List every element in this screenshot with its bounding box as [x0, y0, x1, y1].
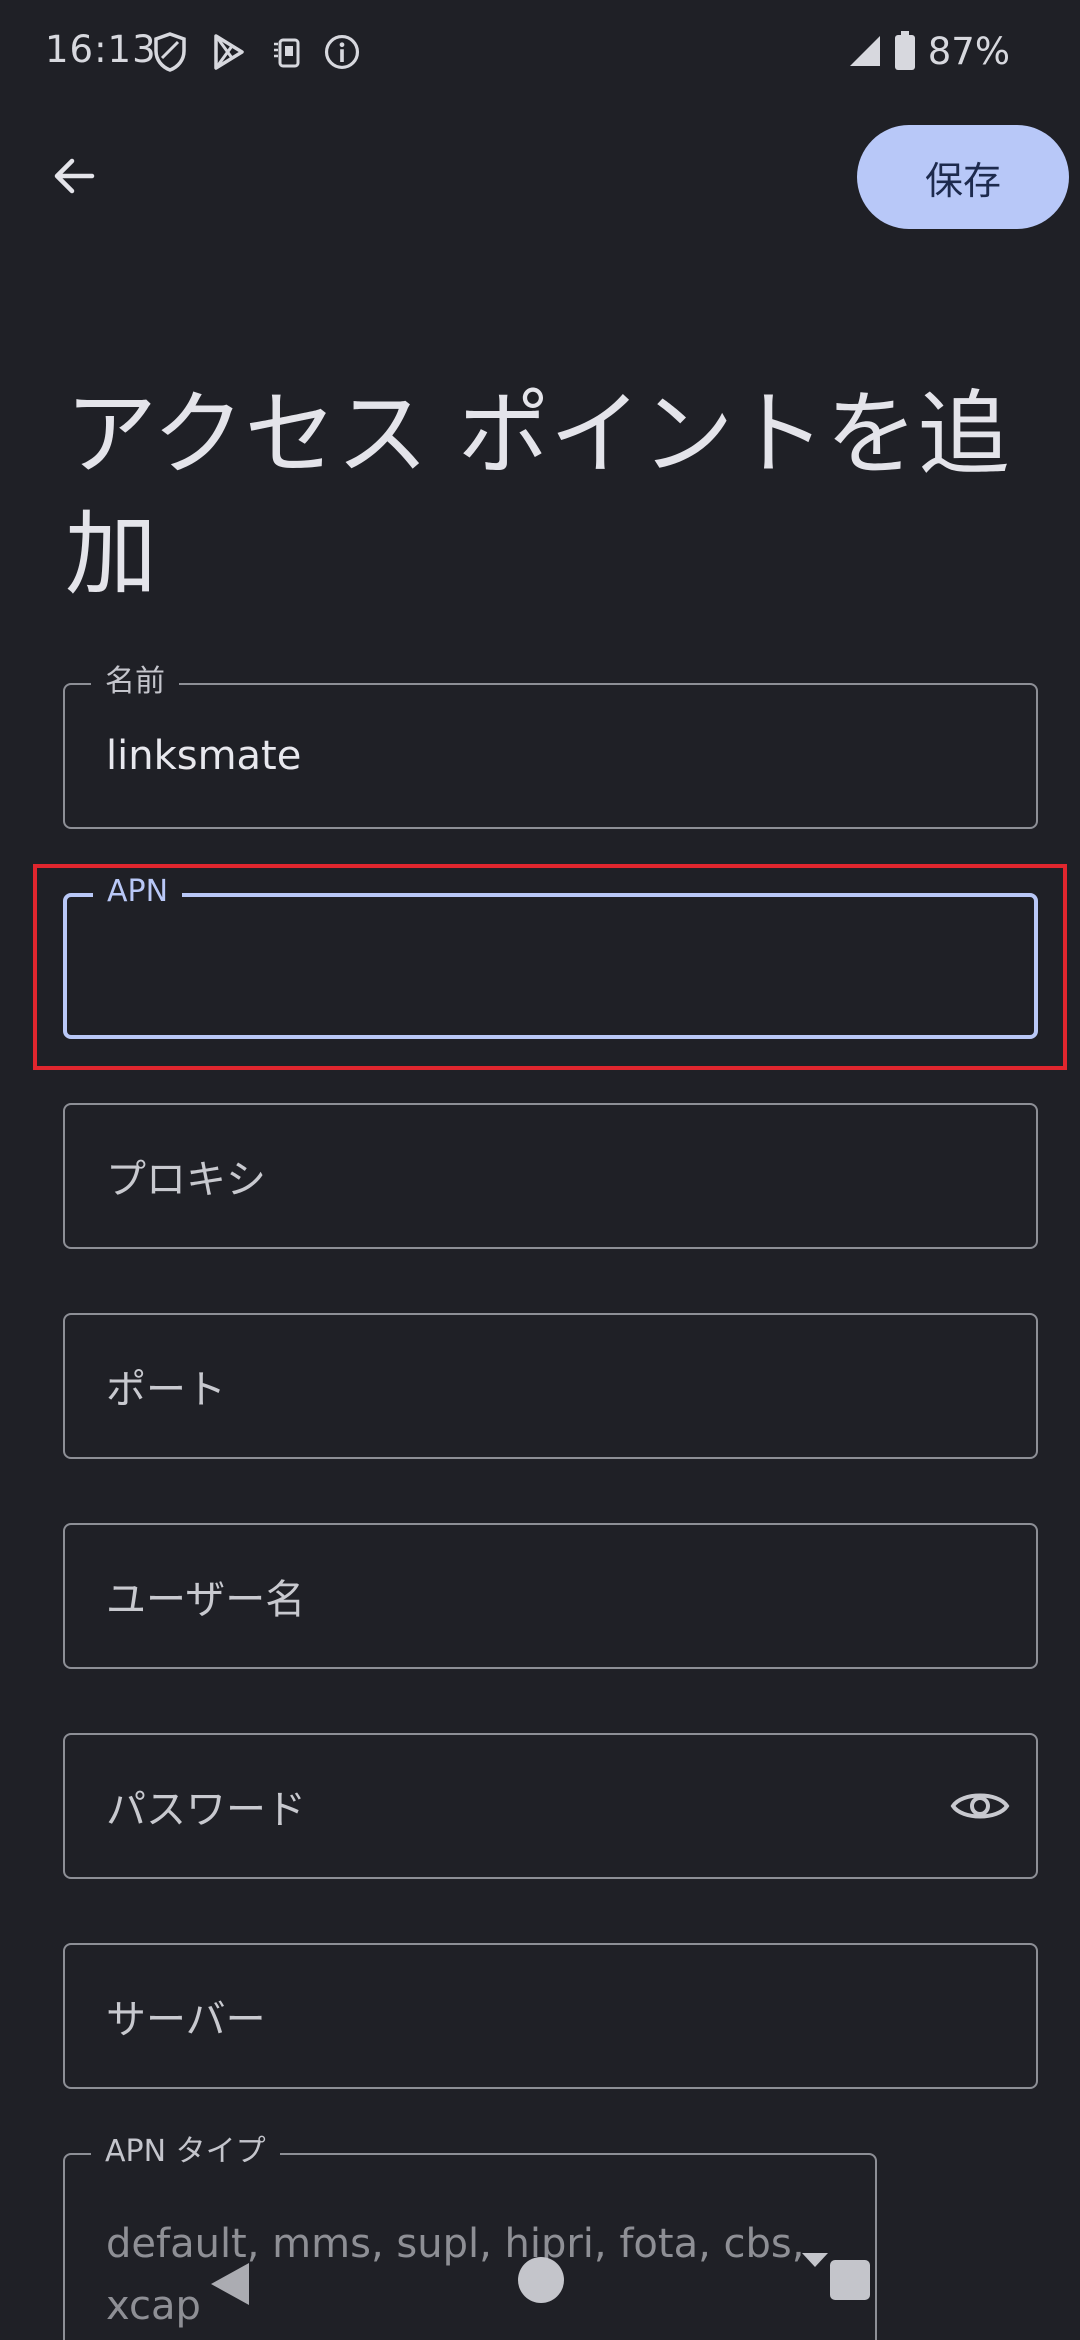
- proxy-field-placeholder: プロキシ: [106, 1157, 266, 1203]
- server-field-placeholder: サーバー: [106, 1997, 266, 2043]
- sim-icon: [274, 38, 300, 68]
- battery-icon: [894, 31, 915, 70]
- status-right: 87%: [848, 28, 1010, 74]
- back-button[interactable]: [38, 140, 110, 212]
- port-field-placeholder: ポート: [106, 1367, 226, 1413]
- username-field-placeholder: ユーザー名: [106, 1577, 306, 1623]
- screen: 16:13 87% 保存 アクセス ポイントを追加 名前 linksmate A…: [0, 0, 1080, 2340]
- name-field[interactable]: 名前 linksmate: [63, 662, 1038, 829]
- dropdown-arrow-icon: [802, 2253, 828, 2267]
- apn-field[interactable]: APN: [63, 872, 1038, 1039]
- name-field-label: 名前: [91, 662, 179, 702]
- nav-bar: [0, 2235, 1080, 2340]
- nav-home-icon[interactable]: [518, 2257, 564, 2303]
- apn-type-field-label: APN タイプ: [91, 2132, 280, 2172]
- port-field[interactable]: ポート: [63, 1313, 1038, 1459]
- battery-percent: 87%: [927, 29, 1010, 73]
- page-title: アクセス ポイントを追加: [65, 381, 1010, 608]
- shield-icon: [154, 32, 186, 72]
- arrow-back-icon: [54, 158, 95, 194]
- play-store-icon: [214, 34, 244, 70]
- proxy-field[interactable]: プロキシ: [63, 1103, 1038, 1249]
- save-button[interactable]: 保存: [857, 125, 1069, 229]
- status-time: 16:13: [45, 28, 157, 71]
- username-field[interactable]: ユーザー名: [63, 1523, 1038, 1669]
- nav-back-icon[interactable]: [205, 2259, 253, 2309]
- signal-icon: [849, 36, 880, 66]
- server-field[interactable]: サーバー: [63, 1943, 1038, 2089]
- password-field[interactable]: パスワード: [63, 1733, 1038, 1879]
- name-field-value: linksmate: [106, 733, 302, 779]
- info-icon: [324, 34, 360, 70]
- nav-recents-icon[interactable]: [830, 2260, 870, 2300]
- apn-field-label: APN: [93, 872, 183, 912]
- status-bar: 16:13 87%: [0, 0, 1080, 104]
- password-field-placeholder: パスワード: [106, 1787, 306, 1833]
- eye-icon[interactable]: [950, 1784, 1010, 1828]
